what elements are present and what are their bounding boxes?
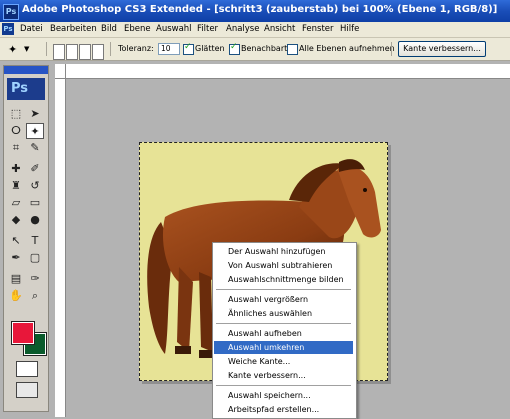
menu-ebene[interactable]: Ebene bbox=[124, 24, 151, 34]
lasso-tool-icon[interactable]: ⵔ bbox=[7, 123, 25, 139]
eraser-tool-icon[interactable]: ▱ bbox=[7, 195, 25, 211]
gradient-tool-icon[interactable]: ▭ bbox=[26, 195, 44, 211]
clone-stamp-icon[interactable]: ♜ bbox=[7, 178, 25, 194]
tool-preset-picker[interactable]: ✦ ▼ bbox=[6, 42, 34, 56]
tolerance-label: Toleranz: bbox=[118, 44, 154, 53]
menu-item-deselect[interactable]: Auswahl aufheben bbox=[214, 327, 353, 340]
intersect-selection-icon[interactable] bbox=[92, 44, 104, 60]
menu-hilfe[interactable]: Hilfe bbox=[340, 24, 359, 34]
horizontal-ruler bbox=[55, 64, 510, 79]
path-selection-icon[interactable]: ↖ bbox=[7, 233, 25, 249]
toolbox-header[interactable] bbox=[4, 66, 48, 74]
subtract-from-selection-icon[interactable] bbox=[79, 44, 91, 60]
photoshop-app-icon[interactable]: Ps bbox=[3, 4, 19, 20]
foreground-color-swatch[interactable] bbox=[11, 321, 35, 345]
chevron-down-icon: ▼ bbox=[24, 45, 30, 53]
move-tool-icon[interactable]: ➤ bbox=[26, 106, 44, 122]
history-brush-icon[interactable]: ↺ bbox=[26, 178, 44, 194]
menu-item-subtract-from-selection[interactable]: Von Auswahl subtrahieren bbox=[214, 259, 353, 272]
menu-analyse[interactable]: Analyse bbox=[226, 24, 259, 34]
menu-item-save-selection[interactable]: Auswahl speichern... bbox=[214, 389, 353, 402]
menu-item-feather[interactable]: Weiche Kante... bbox=[214, 355, 353, 368]
menu-bild[interactable]: Bild bbox=[101, 24, 117, 34]
menu-item-invert-selection[interactable]: Auswahl umkehren bbox=[214, 341, 353, 354]
all-layers-checkbox[interactable] bbox=[287, 44, 298, 55]
add-to-selection-icon[interactable] bbox=[66, 44, 78, 60]
slice-tool-icon[interactable]: ✎ bbox=[26, 140, 44, 156]
menu-item-refine-edge[interactable]: Kante verbessern... bbox=[214, 369, 353, 382]
menu-datei[interactable]: Datei bbox=[20, 24, 43, 34]
smooth-checkbox[interactable] bbox=[183, 42, 194, 55]
divider bbox=[46, 42, 47, 56]
dodge-tool-icon[interactable]: ● bbox=[26, 212, 44, 228]
pen-tool-icon[interactable]: ✒ bbox=[7, 250, 25, 266]
smooth-label: Glätten bbox=[195, 44, 225, 53]
title-bar: Ps Adobe Photoshop CS3 Extended - [schri… bbox=[0, 0, 510, 22]
menu-bearbeiten[interactable]: Bearbeiten bbox=[50, 24, 97, 34]
crop-tool-icon[interactable]: ⌗ bbox=[7, 140, 25, 156]
brush-tool-icon[interactable]: ✐ bbox=[26, 161, 44, 177]
marquee-tool-icon[interactable]: ⬚ bbox=[7, 106, 25, 122]
shape-tool-icon[interactable]: ▢ bbox=[26, 250, 44, 266]
magic-wand-tool-icon[interactable]: ✦ bbox=[26, 123, 44, 139]
screen-mode-icon[interactable] bbox=[16, 382, 38, 398]
blur-tool-icon[interactable]: ◆ bbox=[7, 212, 25, 228]
vertical-ruler bbox=[55, 78, 66, 417]
eyedropper-tool-icon[interactable]: ✑ bbox=[26, 271, 44, 287]
menu-item-add-to-selection[interactable]: Der Auswahl hinzufügen bbox=[214, 245, 353, 258]
tolerance-input[interactable]: 10 bbox=[158, 43, 180, 55]
zoom-tool-icon[interactable]: ⌕ bbox=[26, 288, 44, 304]
menu-auswahl[interactable]: Auswahl bbox=[156, 24, 192, 34]
refine-edge-button[interactable]: Kante verbessern... bbox=[398, 41, 486, 57]
healing-brush-icon[interactable]: ✚ bbox=[7, 161, 25, 177]
menu-bar: Ps Datei Bearbeiten Bild Ebene Auswahl F… bbox=[0, 22, 510, 38]
contiguous-checkbox[interactable] bbox=[229, 42, 240, 55]
divider bbox=[391, 42, 392, 56]
divider bbox=[110, 42, 111, 56]
menu-separator bbox=[216, 385, 351, 386]
window-title: Adobe Photoshop CS3 Extended - [schritt3… bbox=[22, 4, 498, 15]
magic-wand-icon: ✦ bbox=[8, 43, 18, 56]
quick-mask-icon[interactable] bbox=[16, 361, 38, 377]
toolbox-logo[interactable]: Ps bbox=[7, 78, 45, 100]
hand-tool-icon[interactable]: ✋ bbox=[7, 288, 25, 304]
notes-tool-icon[interactable]: ▤ bbox=[7, 271, 25, 287]
options-bar: ✦ ▼ Toleranz: 10 Glätten Benachbart Alle… bbox=[0, 38, 510, 61]
menu-separator bbox=[216, 289, 351, 290]
menu-fenster[interactable]: Fenster bbox=[302, 24, 334, 34]
contiguous-label: Benachbart bbox=[241, 44, 288, 53]
menu-item-make-work-path[interactable]: Arbeitspfad erstellen... bbox=[214, 403, 353, 416]
menu-item-intersect-selection[interactable]: Auswahlschnittmenge bilden bbox=[214, 273, 353, 286]
menu-ansicht[interactable]: Ansicht bbox=[264, 24, 295, 34]
all-layers-label: Alle Ebenen aufnehmen bbox=[299, 44, 395, 53]
menu-filter[interactable]: Filter bbox=[197, 24, 218, 34]
ruler-origin[interactable] bbox=[55, 64, 66, 79]
context-menu: Der Auswahl hinzufügen Von Auswahl subtr… bbox=[212, 242, 357, 419]
menu-item-select-similar[interactable]: Ähnliches auswählen bbox=[214, 307, 353, 320]
menu-separator bbox=[216, 323, 351, 324]
new-selection-icon[interactable] bbox=[53, 44, 65, 60]
type-tool-icon[interactable]: T bbox=[26, 233, 44, 249]
toolbox: Ps ⬚ ➤ ⵔ ✦ ⌗ ✎ ✚ ✐ ♜ ↺ ▱ ▭ ◆ ● ↖ T ✒ ▢ ▤… bbox=[3, 65, 49, 412]
menu-item-grow-selection[interactable]: Auswahl vergrößern bbox=[214, 293, 353, 306]
photoshop-menu-icon[interactable]: Ps bbox=[2, 23, 14, 35]
